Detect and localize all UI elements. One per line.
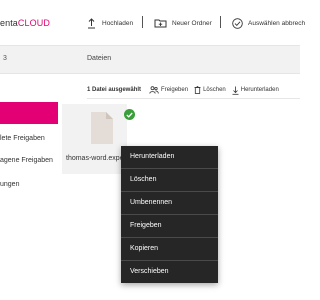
content-header-bar: 3 Dateien — [0, 45, 300, 74]
document-icon — [91, 112, 113, 144]
menu-item-label: Kopieren — [130, 245, 159, 252]
action-bar-divider — [87, 98, 300, 99]
top-bar: entaCLOUD Hochladen Neuer Ordner Auswähl… — [0, 0, 305, 45]
menu-item-download[interactable]: Herunterladen — [121, 146, 218, 168]
download-label: Herunterladen — [240, 87, 279, 93]
menu-item-label: Freigeben — [130, 222, 162, 229]
context-menu: Herunterladen Löschen Umbenennen Freigeb… — [121, 146, 218, 283]
share-label: Freigeben — [161, 87, 189, 93]
trash-icon — [194, 86, 201, 94]
menu-item-move[interactable]: Verschieben — [121, 261, 218, 283]
sidebar-header-fragment: 3 — [3, 55, 7, 62]
menu-item-label: Verschieben — [130, 268, 169, 275]
menu-item-delete[interactable]: Löschen — [121, 169, 218, 191]
brand-cloud: CLOUD — [17, 18, 50, 28]
sidebar-item-active[interactable] — [0, 102, 58, 124]
sidebar-item-settings[interactable]: ungen — [0, 181, 19, 188]
upload-icon — [88, 17, 95, 28]
menu-item-copy[interactable]: Kopieren — [121, 238, 218, 260]
upload-label: Hochladen — [102, 19, 134, 27]
menu-item-rename[interactable]: Umbenennen — [121, 192, 218, 214]
new-folder-icon — [154, 19, 167, 28]
menu-item-label: Umbenennen — [130, 199, 173, 206]
breadcrumb-title[interactable]: Dateien — [87, 55, 111, 62]
menu-item-label: Herunterladen — [130, 153, 175, 160]
selection-count: 1 Datei ausgewählt — [87, 87, 142, 93]
delete-label: Löschen — [203, 87, 226, 93]
share-people-icon — [149, 86, 159, 94]
brand-logo[interactable]: entaCLOUD — [0, 18, 50, 28]
toolbar-divider — [142, 16, 143, 28]
download-icon — [232, 86, 239, 95]
select-all-cancel-label: Auswählen abbrech — [248, 19, 306, 27]
upload-button[interactable]: Hochladen — [87, 12, 133, 34]
menu-item-label: Löschen — [130, 176, 157, 183]
sidebar-item-deleted-shares[interactable]: lete Freigaben — [0, 135, 45, 142]
new-folder-label: Neuer Ordner — [172, 19, 212, 27]
download-action[interactable]: Herunterladen — [232, 86, 279, 95]
selection-action-bar: 1 Datei ausgewählt Freigeben Löschen Her… — [87, 84, 285, 96]
delete-action[interactable]: Löschen — [194, 86, 226, 94]
select-all-cancel-button[interactable]: Auswählen abbrech — [232, 12, 305, 34]
file-name[interactable]: thomas-word.expe — [66, 155, 124, 162]
check-icon — [126, 112, 133, 118]
share-action[interactable]: Freigeben — [149, 86, 188, 94]
sidebar-item-received-shares[interactable]: agene Freigaben — [0, 157, 53, 164]
brand-name: enta — [0, 18, 18, 28]
check-circle-icon — [232, 17, 243, 29]
toolbar-divider — [220, 16, 221, 28]
selected-check-icon[interactable] — [124, 109, 135, 120]
new-folder-button[interactable]: Neuer Ordner — [154, 12, 212, 34]
menu-item-share[interactable]: Freigeben — [121, 215, 218, 237]
